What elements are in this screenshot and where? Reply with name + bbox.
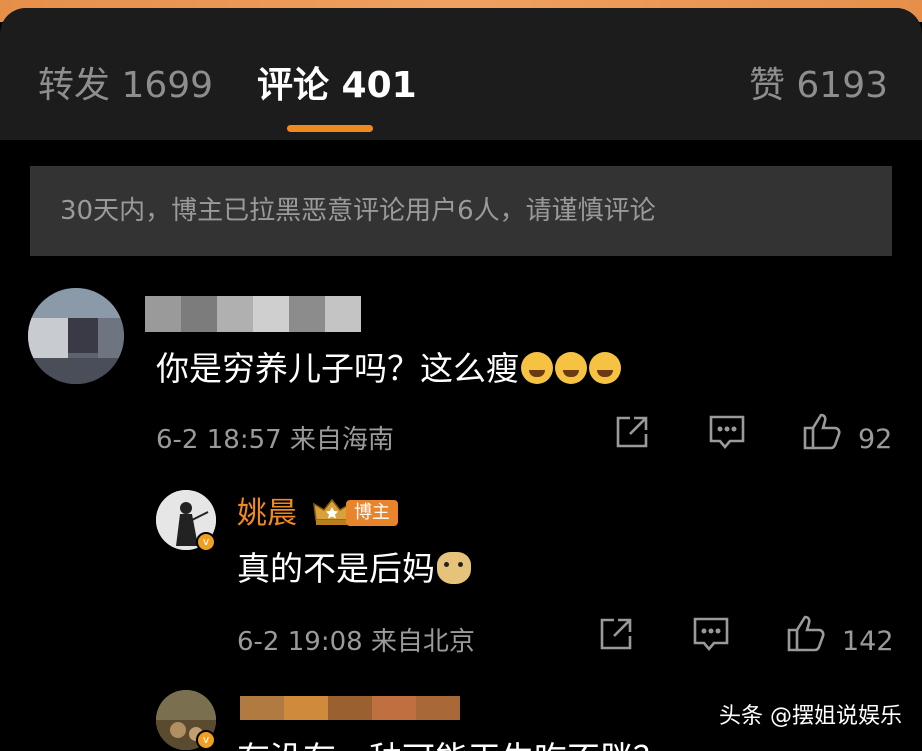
- blogger-badge: 博主: [346, 500, 398, 526]
- reply-icon[interactable]: [708, 414, 746, 450]
- laughing-crying-emoji: [521, 352, 553, 384]
- avatar[interactable]: [28, 288, 124, 384]
- notice-text: 30天内，博主已拉黑恶意评论用户6人，请谨慎评论: [60, 196, 656, 226]
- laughing-crying-emoji: [589, 352, 621, 384]
- moderation-notice: 30天内，博主已拉黑恶意评论用户6人，请谨慎评论: [30, 166, 892, 256]
- username-censored[interactable]: [240, 696, 460, 720]
- tab-active-indicator: [287, 125, 373, 132]
- reply-icon[interactable]: [692, 616, 730, 652]
- like-count: 92: [858, 424, 893, 455]
- verified-badge-icon: v: [196, 532, 216, 552]
- comment-body: 真的不是后妈: [237, 549, 435, 588]
- tab-comments[interactable]: 评论 401: [257, 64, 417, 108]
- comments-panel: 转发 1699 评论 401 赞 6193 30天内，博主已拉黑恶意评论用户6人…: [0, 8, 922, 751]
- tab-repost[interactable]: 转发 1699: [38, 64, 213, 108]
- comment-meta: 6-2 18:57 来自海南: [156, 425, 394, 455]
- verified-badge-icon: v: [196, 730, 216, 750]
- share-icon[interactable]: [614, 414, 650, 450]
- author-name[interactable]: 姚晨: [237, 495, 297, 533]
- tab-likes[interactable]: 赞 6193: [749, 64, 888, 108]
- like-icon[interactable]: [802, 412, 842, 450]
- comment-text: 真的不是后妈: [237, 548, 471, 590]
- source-watermark: 头条 @摆姐说娱乐: [719, 704, 902, 729]
- like-icon[interactable]: [786, 614, 826, 652]
- like-count: 142: [842, 626, 894, 657]
- comment-body: 你是穷养儿子吗？这么瘦: [156, 349, 519, 388]
- share-icon[interactable]: [598, 616, 634, 652]
- laughing-crying-emoji: [555, 352, 587, 384]
- comment-text: 你是穷养儿子吗？这么瘦: [156, 348, 621, 390]
- comment-meta: 6-2 19:08 来自北京: [237, 627, 475, 657]
- username-censored[interactable]: [145, 296, 361, 332]
- doge-emoji: [437, 552, 471, 584]
- tab-bar: 转发 1699 评论 401 赞 6193: [0, 8, 922, 140]
- comment-text: 有没有一种可能天生吃不胖？: [237, 738, 666, 751]
